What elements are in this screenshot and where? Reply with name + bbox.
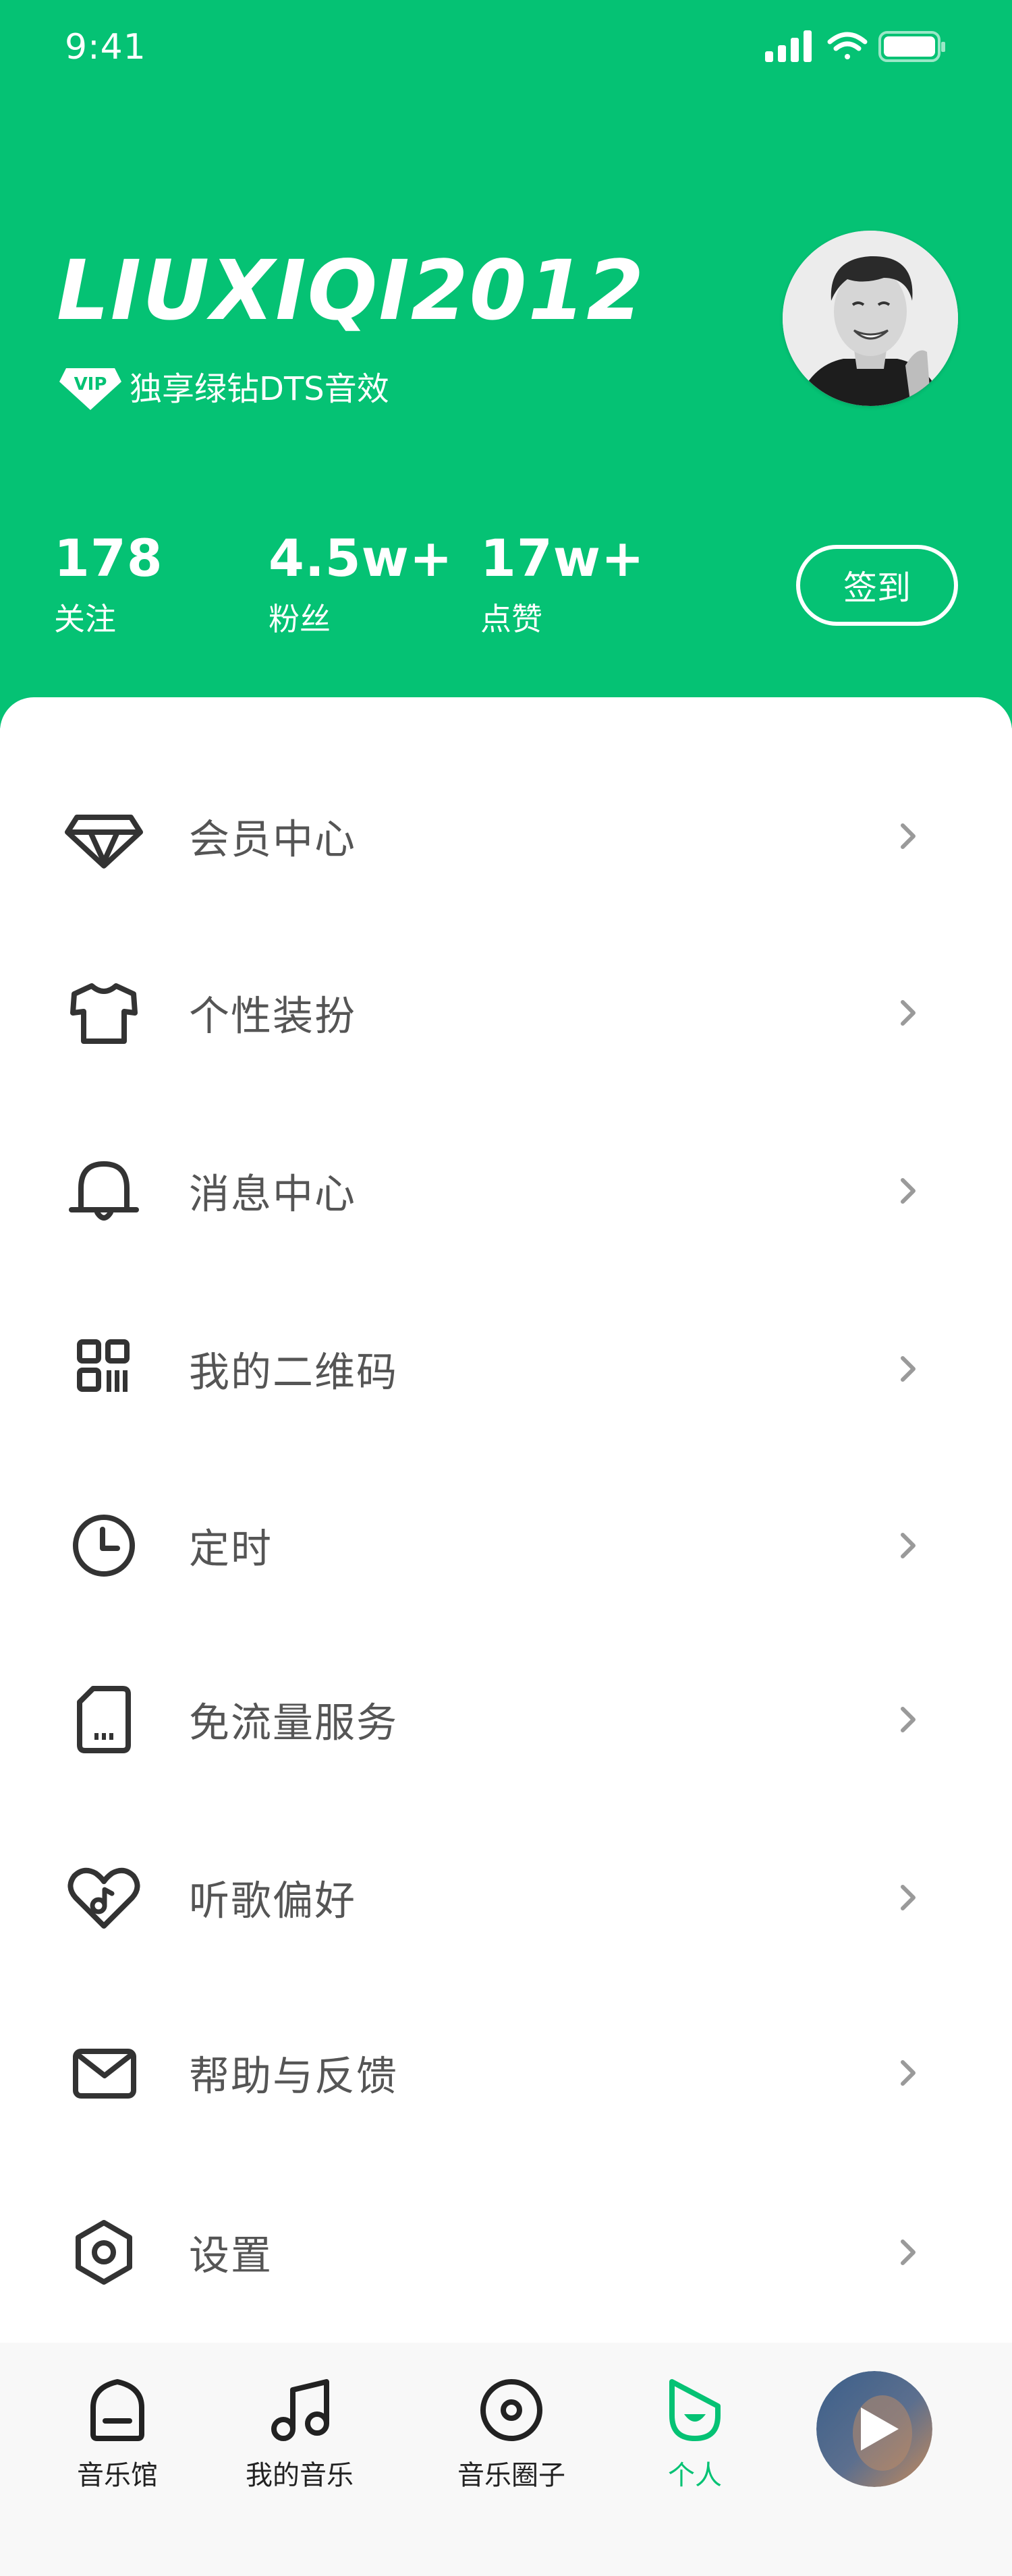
tab-label: 个人 [668,2460,722,2491]
menu-label: 会员中心 [189,816,356,864]
stat-likes[interactable]: 17w+ 点赞 [480,533,645,639]
battery-icon [878,31,945,62]
bell-icon [69,1161,139,1221]
menu-label: 帮助与反馈 [189,2053,398,2101]
album-cover [816,2371,932,2487]
chevron-right-icon [901,1356,916,1382]
username: LIUXIQI2012 [57,243,646,339]
stat-following-label: 关注 [54,601,116,637]
svg-text:VIP: VIP [74,374,107,394]
bottom-tab-bar: 音乐馆 我的音乐 音乐圈子 个人 [0,2343,1012,2576]
menu-label: 设置 [189,2232,273,2280]
chevron-right-icon [901,2060,916,2086]
chevron-right-icon [901,2240,916,2265]
vip-diamond-icon: VIP [59,368,121,410]
stat-fans-label: 粉丝 [269,601,331,637]
menu-item-settings[interactable]: 设置 [0,2185,1012,2320]
vip-description: 独享绿钻DTS音效 [130,370,389,408]
signal-icon [765,30,812,62]
stat-fans-value: 4.5w+ [269,528,453,588]
menu-item-help-feedback[interactable]: 帮助与反馈 [0,2006,1012,2140]
tab-music-circle[interactable]: 音乐圈子 [424,2372,599,2507]
settings-icon [76,2220,132,2285]
heart-music-icon [67,1867,140,1929]
tab-my-music[interactable]: 我的音乐 [212,2372,387,2507]
sim-card-icon [77,1686,131,1753]
menu-label: 我的二维码 [189,1349,398,1397]
stat-following-value: 178 [54,528,163,588]
menu-label: 免流量服务 [189,1699,398,1747]
diamond-icon [65,815,143,869]
chevron-right-icon [901,823,916,849]
menu-item-data-free-service[interactable]: 免流量服务 [0,1652,1012,1787]
tab-label: 音乐馆 [77,2460,158,2491]
chevron-right-icon [901,1707,916,1732]
tab-label: 音乐圈子 [457,2460,565,2491]
menu-item-my-qrcode[interactable]: 我的二维码 [0,1301,1012,1436]
menu-label: 消息中心 [189,1171,356,1219]
chevron-right-icon [901,1885,916,1910]
tab-music-hall[interactable]: 音乐馆 [30,2372,205,2507]
wifi-icon [827,32,868,59]
status-bar: 9:41 [0,0,1012,94]
status-time: 9:41 [65,27,146,67]
avatar-portrait [783,231,958,406]
chevron-right-icon [901,1000,916,1026]
menu-sheet: 会员中心 个性装扮 消息中心 我的二维码 定时 免流量服务 听歌偏好 帮助与反馈… [0,697,1012,2343]
profile-header: 9:41 LIUXIQI2012 VIP 独享绿钻DTS音效 178 关注 4.… [0,0,1012,728]
menu-label: 个性装扮 [189,993,356,1041]
menu-label: 听歌偏好 [189,1877,356,1925]
disc-icon [480,2379,542,2441]
stat-likes-value: 17w+ [480,528,645,588]
qrcode-icon [77,1339,130,1392]
stat-fans[interactable]: 4.5w+ 粉丝 [269,533,453,639]
avatar[interactable] [783,231,958,406]
clock-icon [73,1515,135,1577]
tab-label: 我的音乐 [246,2460,354,2491]
profile-smile-icon [669,2379,721,2441]
music-hall-icon [90,2379,144,2441]
stat-following[interactable]: 178 关注 [54,533,163,639]
stat-likes-label: 点赞 [480,601,542,637]
menu-item-personal-style[interactable]: 个性装扮 [0,945,1012,1080]
music-note-icon [271,2379,329,2441]
mini-player-button[interactable] [816,2371,932,2487]
status-icons [765,30,945,62]
tshirt-icon [70,983,138,1044]
checkin-button[interactable]: 签到 [796,545,958,626]
menu-item-timer[interactable]: 定时 [0,1478,1012,1613]
chevron-right-icon [901,1533,916,1558]
menu-item-member-center[interactable]: 会员中心 [0,769,1012,904]
menu-label: 定时 [189,1525,273,1573]
menu-item-message-center[interactable]: 消息中心 [0,1123,1012,1258]
chevron-right-icon [901,1178,916,1204]
menu-item-listening-preference[interactable]: 听歌偏好 [0,1830,1012,1965]
vip-row[interactable]: VIP 独享绿钻DTS音效 [58,359,389,413]
tab-profile[interactable]: 个人 [607,2372,783,2507]
mail-icon [73,2049,136,2099]
